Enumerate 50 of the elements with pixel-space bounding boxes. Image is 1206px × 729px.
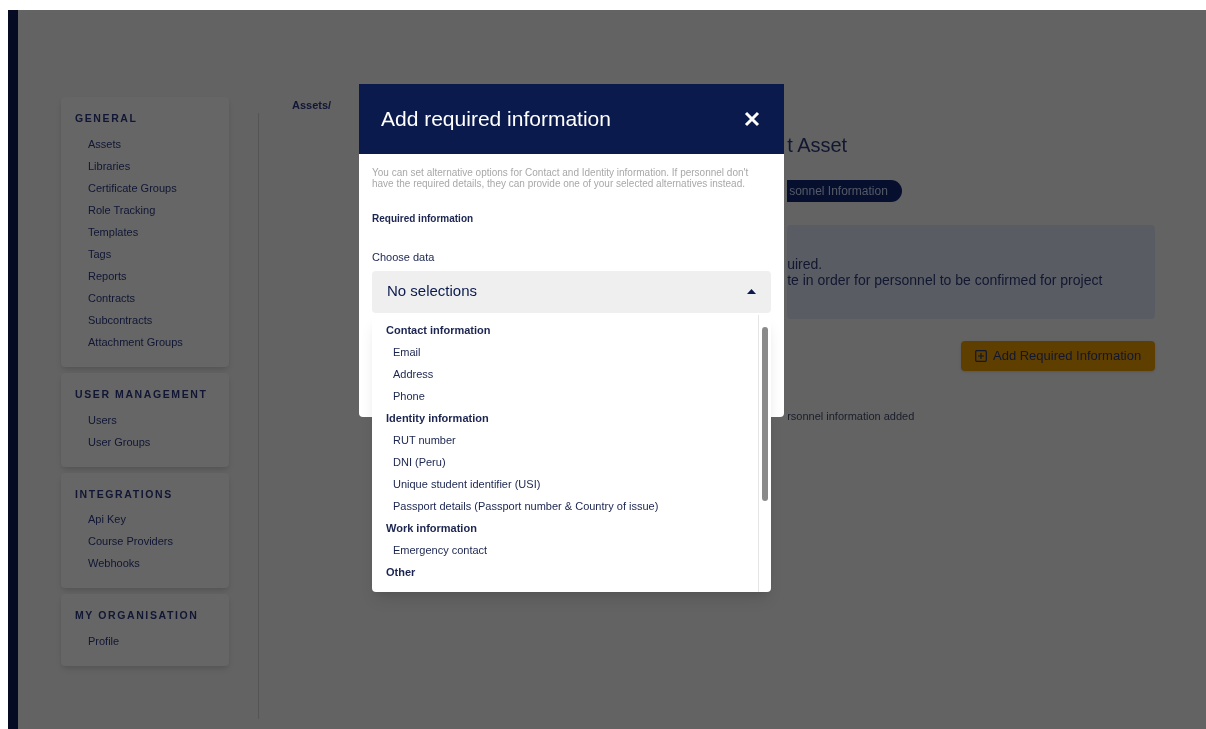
nav-link[interactable]: User Groups	[88, 430, 215, 453]
nav-link[interactable]: Templates	[88, 220, 215, 243]
option-item[interactable]: Email	[386, 340, 758, 363]
nav-link[interactable]: Webhooks	[88, 552, 215, 575]
nav-link[interactable]: Api Key	[88, 508, 215, 531]
close-button[interactable]	[742, 109, 762, 129]
option-item[interactable]: Passport details (Passport number & Country of issue)	[386, 494, 758, 517]
close-icon	[744, 111, 760, 127]
caret-icon	[747, 289, 756, 294]
option-group-label: Contact information	[386, 322, 492, 338]
nav-link[interactable]: Users	[88, 408, 215, 431]
nav-link[interactable]: Contracts	[88, 286, 215, 309]
option-group-label: Identity information	[386, 410, 490, 426]
nav-link[interactable]: Course Providers	[88, 530, 215, 553]
nav-heading: GENERAL	[75, 111, 139, 126]
add-required-button[interactable]: Add Required Information	[961, 341, 1156, 371]
option-group-label: Other	[386, 564, 417, 580]
scrollbar[interactable]	[758, 314, 771, 592]
nav-heading: MY ORGANISATION	[75, 608, 200, 624]
nav-link[interactable]: Assets	[88, 132, 215, 155]
field-label: Choose data	[372, 250, 436, 265]
nav-link[interactable]: Subcontracts	[88, 308, 215, 331]
page-title: t Asset	[787, 133, 849, 157]
modal-title: Add required information	[381, 106, 611, 133]
nav-link[interactable]: Reports	[88, 264, 215, 287]
option-item[interactable]: Address	[386, 362, 758, 385]
nav-link[interactable]: Certificate Groups	[88, 176, 215, 199]
nav-heading: INTEGRATIONS	[75, 486, 174, 502]
option-item[interactable]: Emergency contact	[386, 538, 758, 561]
breadcrumb[interactable]: Assets/	[292, 97, 332, 114]
section-pill[interactable]: sonnel Information	[787, 180, 902, 202]
plus-square-icon	[975, 350, 987, 362]
section-label: Required information	[372, 212, 475, 226]
nav-heading: USER MANAGEMENT	[75, 386, 209, 402]
option-item[interactable]: RUT number	[386, 428, 758, 451]
option-item[interactable]: Phone	[386, 384, 758, 407]
nav-link[interactable]: Role Tracking	[88, 198, 215, 221]
notice-text: te in order for personnel to be confirmed for project	[787, 272, 1104, 288]
option-group-label: Work information	[386, 520, 478, 536]
modal-description: You can set alternative options for Contact and Identity information. If personnel don't have the required details, they can provide one of your selected alternatives instead.	[372, 167, 750, 189]
notice-text: uired.	[787, 256, 824, 272]
option-item[interactable]: Unique student identifier (USI)	[386, 472, 758, 495]
data-select[interactable]: No selections	[372, 270, 771, 313]
nav-link[interactable]: Attachment Groups	[88, 330, 215, 353]
empty-note: rsonnel information added	[787, 409, 916, 424]
nav-link[interactable]: Profile	[88, 630, 215, 652]
option-item[interactable]: DNI (Peru)	[386, 450, 758, 473]
nav-link[interactable]: Libraries	[88, 154, 215, 177]
scrollbar-thumb[interactable]	[762, 326, 768, 501]
nav-link[interactable]: Tags	[88, 242, 215, 265]
